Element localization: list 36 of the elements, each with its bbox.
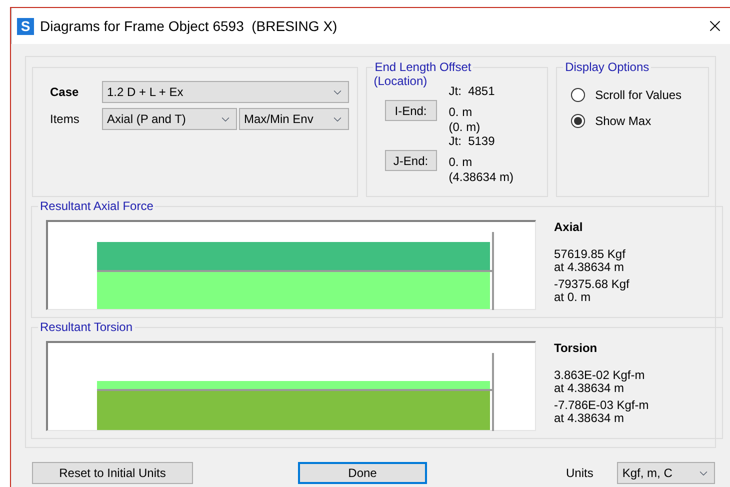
offset-value: 0. m xyxy=(448,154,474,170)
min-location: at 0. m xyxy=(554,291,592,304)
radio-option[interactable]: Show Max xyxy=(571,112,708,130)
done-button[interactable]: Done xyxy=(298,462,427,484)
end-button[interactable]: I-End: xyxy=(384,100,437,121)
diagram-heading: Torsion xyxy=(554,342,598,355)
reset-units-button[interactable]: Reset to Initial Units xyxy=(32,462,193,484)
joint-label: Jt: 5139 xyxy=(448,134,496,148)
max-value: 57619.85 Kgf xyxy=(554,248,626,261)
location-value: (4.38634 m) xyxy=(448,170,514,184)
location-label: (Location) xyxy=(374,74,428,88)
location-value: (0. m) xyxy=(448,120,480,134)
group-title: Display Options xyxy=(563,59,652,75)
window-title: Diagrams for Frame Object 6593 (BRESING X) xyxy=(40,16,338,36)
max-value: 3.863E-02 Kgf-m xyxy=(554,369,646,382)
end-button[interactable]: J-End: xyxy=(384,150,437,171)
items-dropdown[interactable]: Axial (P and T) xyxy=(102,108,237,130)
radio-button[interactable] xyxy=(571,88,586,102)
min-location: at 4.38634 m xyxy=(554,412,624,425)
group-title: End Length Offset xyxy=(372,59,474,75)
items-label: Items xyxy=(50,111,80,128)
radio-option[interactable]: Scroll for Values xyxy=(571,86,708,104)
envelope-dropdown[interactable]: Max/Min Env xyxy=(239,108,349,130)
max-location: at 4.38634 m xyxy=(554,261,624,274)
diagram-heading: Axial xyxy=(554,221,584,234)
radio-button[interactable] xyxy=(571,114,586,128)
offset-value: 0. m xyxy=(448,104,474,120)
min-value: -7.786E-03 Kgf-m xyxy=(554,399,649,412)
app-logo-icon: S xyxy=(17,18,34,34)
case-dropdown[interactable]: 1.2 D + L + Ex xyxy=(102,81,349,103)
min-value: -79375.68 Kgf xyxy=(554,278,630,291)
units-dropdown[interactable]: Kgf, m, C xyxy=(617,462,716,484)
units-label: Units xyxy=(566,465,594,482)
max-location: at 4.38634 m xyxy=(554,382,624,395)
case-label: Case xyxy=(50,84,80,101)
joint-label: Jt: 4851 xyxy=(448,84,496,98)
